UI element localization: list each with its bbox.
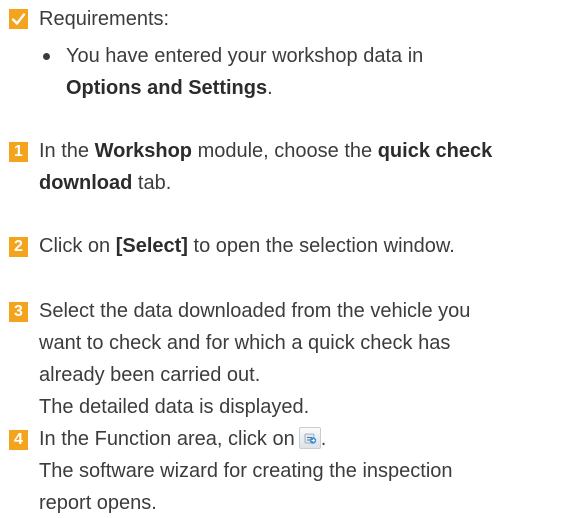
step-4-line3: report opens. — [39, 492, 157, 514]
options-settings-label: Options and Settings — [66, 77, 268, 99]
requirement-bullet-line1: You have entered your workshop data in — [66, 45, 424, 67]
download-tab-label: download — [39, 172, 133, 194]
step-2-number: 2 — [9, 237, 28, 257]
requirement-bullet-line2: Options and Settings. — [66, 77, 273, 99]
select-button-label: [Select] — [115, 235, 188, 257]
step-4-line2: The software wizard for creating the ins… — [39, 460, 453, 482]
step-3-line4: The detailed data is displayed. — [39, 396, 310, 418]
requirements-heading: Requirements: — [39, 8, 170, 30]
step-1-line1: In the Workshop module, choose the quick… — [39, 140, 493, 162]
check-icon — [9, 9, 28, 29]
step-1-number: 1 — [9, 142, 28, 162]
step-4-line1: In the Function area, click on. — [39, 427, 327, 450]
step-3-line2: want to check and for which a quick chec… — [39, 332, 451, 354]
step-2-text: Click on [Select] to open the selection … — [39, 235, 455, 257]
step-1-line2: download tab. — [39, 172, 172, 194]
step-3-line3: already been carried out. — [39, 364, 261, 386]
function-report-icon[interactable] — [298, 427, 321, 449]
step-3-number: 3 — [9, 302, 28, 322]
quick-check-label: quick check — [377, 140, 493, 162]
step-3-line1: Select the data downloaded from the vehi… — [39, 300, 471, 322]
step-4-number: 4 — [9, 430, 28, 450]
bullet-dot — [43, 53, 50, 60]
workshop-module-label: Workshop — [94, 140, 193, 162]
